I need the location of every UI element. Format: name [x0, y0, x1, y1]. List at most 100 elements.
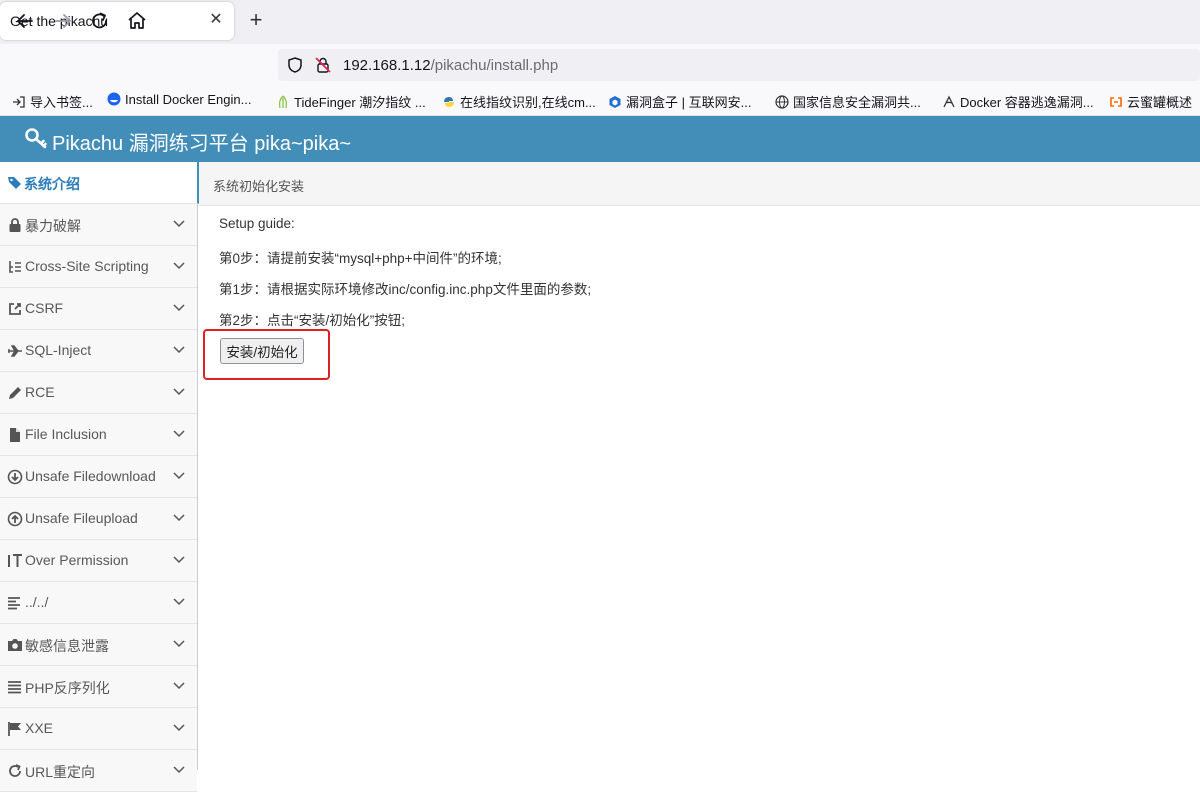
aliyun-icon	[1110, 97, 1122, 107]
chevron-down-icon[interactable]	[172, 387, 186, 397]
sidebar-item-sensitive-info[interactable]: 敏感信息泄露	[0, 624, 197, 666]
chevron-down-icon[interactable]	[172, 555, 186, 565]
sidebar-item-xss[interactable]: Cross-Site Scripting	[0, 246, 197, 288]
key-icon	[25, 128, 47, 149]
flag-icon	[8, 722, 21, 736]
chevron-down-icon[interactable]	[172, 219, 186, 229]
sidebar-item-rce[interactable]: RCE	[0, 372, 197, 414]
chevron-down-icon[interactable]	[172, 261, 186, 271]
python-icon	[444, 97, 454, 107]
bookmark-vulbox[interactable]: 漏洞盒子 | 互联网安...	[608, 92, 751, 110]
bookmark-label: Install Docker Engin...	[125, 92, 252, 107]
sidebar-item-label: 系统介绍	[24, 176, 80, 192]
sidebar-item-label: XXE	[25, 720, 54, 736]
file-icon	[10, 428, 20, 442]
sidebar-item-path-traversal[interactable]: ../../	[0, 582, 197, 624]
sidebar-item-label: URL重定向	[25, 764, 96, 780]
close-tab-icon[interactable]: ✕	[207, 10, 225, 30]
sidebar-item-label: 敏感信息泄露	[25, 638, 109, 654]
bookmark-fingerprint[interactable]: 在线指纹识别,在线cm...	[442, 92, 596, 110]
refresh-icon	[9, 764, 21, 777]
breadcrumb	[199, 162, 1200, 206]
chevron-down-icon[interactable]	[172, 639, 186, 649]
globe-icon	[775, 95, 789, 109]
sidebar-item-label: CSRF	[25, 300, 64, 316]
home-icon[interactable]	[124, 9, 150, 33]
url-path: /pikachu/install.php	[430, 57, 559, 74]
lock-icon	[9, 218, 21, 232]
bookmark-docker-escape[interactable]: Docker 容器逃逸漏洞...	[942, 92, 1094, 110]
shield-icon[interactable]	[286, 56, 304, 74]
reload-icon[interactable]	[87, 9, 113, 33]
sidebar-item-unsafe-filedownload[interactable]: Unsafe Filedownload	[0, 456, 197, 498]
text-size-icon	[8, 554, 22, 567]
align-left-icon	[8, 597, 20, 610]
list-tree-icon	[9, 261, 21, 273]
sidebar-item-sql-inject[interactable]: SQL-Inject	[0, 330, 197, 372]
setup-guide-title: Setup guide:	[219, 216, 295, 231]
chevron-down-icon[interactable]	[172, 345, 186, 355]
tags-icon	[8, 177, 21, 189]
chevron-down-icon[interactable]	[172, 765, 186, 775]
bookmark-honeypot[interactable]: 云蜜罐概述	[1109, 92, 1192, 110]
sidebar-item-over-permission[interactable]: Over Permission	[0, 540, 197, 582]
align-justify-icon	[8, 681, 21, 694]
upload-circle-icon	[7, 511, 23, 527]
escape-icon	[943, 95, 955, 108]
docker-site-icon	[107, 92, 121, 106]
bookmark-label: Docker 容器逃逸漏洞...	[960, 95, 1094, 110]
sidebar-item-label: File Inclusion	[25, 426, 107, 442]
bookmark-label: 漏洞盒子 | 互联网安...	[626, 95, 752, 110]
chevron-down-icon[interactable]	[172, 723, 186, 733]
setup-step-0: 第0步：请提前安装“mysql+php+中间件”的环境;	[219, 251, 502, 266]
sidebar-item-label: Unsafe Filedownload	[25, 468, 156, 484]
pencil-icon	[9, 387, 21, 399]
bookmark-docker-install[interactable]: Install Docker Engin...	[107, 92, 251, 110]
tidefinger-icon	[278, 95, 288, 109]
insecure-lock-icon[interactable]	[314, 56, 332, 74]
chevron-down-icon[interactable]	[172, 597, 186, 607]
bookmark-label: 导入书签...	[30, 95, 93, 110]
sidebar-item-label: 暴力破解	[25, 218, 81, 234]
sidebar-item-file-inclusion[interactable]: File Inclusion	[0, 414, 197, 456]
sidebar-item-label: PHP反序列化	[25, 680, 110, 696]
sidebar-item-url-redirect[interactable]: URL重定向	[0, 750, 197, 792]
bookmark-import[interactable]: 导入书签...	[12, 92, 93, 110]
sidebar-item-label: SQL-Inject	[25, 342, 92, 358]
bookmark-label: 国家信息安全漏洞共...	[793, 95, 921, 110]
url-text[interactable]: 192.168.1.12/pikachu/install.php	[343, 57, 558, 74]
sidebar-item-label: RCE	[25, 384, 55, 400]
bookmark-tidefinger[interactable]: TideFinger 潮汐指纹 ...	[276, 92, 426, 110]
camera-icon	[8, 639, 22, 651]
highlight-annotation-box	[203, 329, 330, 380]
download-circle-icon	[7, 469, 23, 485]
bookmark-label: 云蜜罐概述	[1127, 95, 1193, 110]
chevron-down-icon[interactable]	[172, 513, 186, 523]
new-tab-button[interactable]: +	[244, 9, 268, 33]
url-host: 192.168.1.12	[343, 57, 431, 74]
chevron-down-icon[interactable]	[172, 303, 186, 313]
bookmark-label: 在线指纹识别,在线cm...	[460, 95, 596, 110]
import-icon	[13, 96, 25, 108]
sidebar-item-unsafe-fileupload[interactable]: Unsafe Fileupload	[0, 498, 197, 540]
bookmark-label: TideFinger 潮汐指纹 ...	[294, 95, 426, 110]
chevron-down-icon[interactable]	[172, 429, 186, 439]
plane-icon	[8, 345, 22, 357]
sidebar-item-csrf[interactable]: CSRF	[0, 288, 197, 330]
app-title[interactable]: Pikachu 漏洞练习平台 pika~pika~	[52, 127, 351, 156]
sidebar-item-php-unserialize[interactable]: PHP反序列化	[0, 666, 197, 708]
vulbox-icon	[609, 96, 621, 108]
breadcrumb-current: 系统初始化安装	[213, 179, 305, 194]
setup-step-2: 第2步：点击“安装/初始化”按钮;	[219, 313, 406, 328]
chevron-down-icon[interactable]	[172, 471, 186, 481]
forward-arrow-icon[interactable]	[50, 9, 76, 33]
sidebar-item-brute-force[interactable]: 暴力破解	[0, 204, 197, 246]
sidebar-item-intro[interactable]: 系统介绍	[0, 162, 199, 204]
bookmark-cnvd[interactable]: 国家信息安全漏洞共...	[775, 92, 921, 110]
back-arrow-icon[interactable]	[12, 9, 38, 33]
sidebar-item-xxe[interactable]: XXE	[0, 708, 197, 750]
share-icon	[9, 303, 21, 315]
chevron-down-icon[interactable]	[172, 681, 186, 691]
setup-step-1: 第1步：请根据实际环境修改inc/config.inc.php文件里面的参数;	[219, 282, 592, 297]
sidebar-item-label: Cross-Site Scripting	[25, 258, 149, 274]
